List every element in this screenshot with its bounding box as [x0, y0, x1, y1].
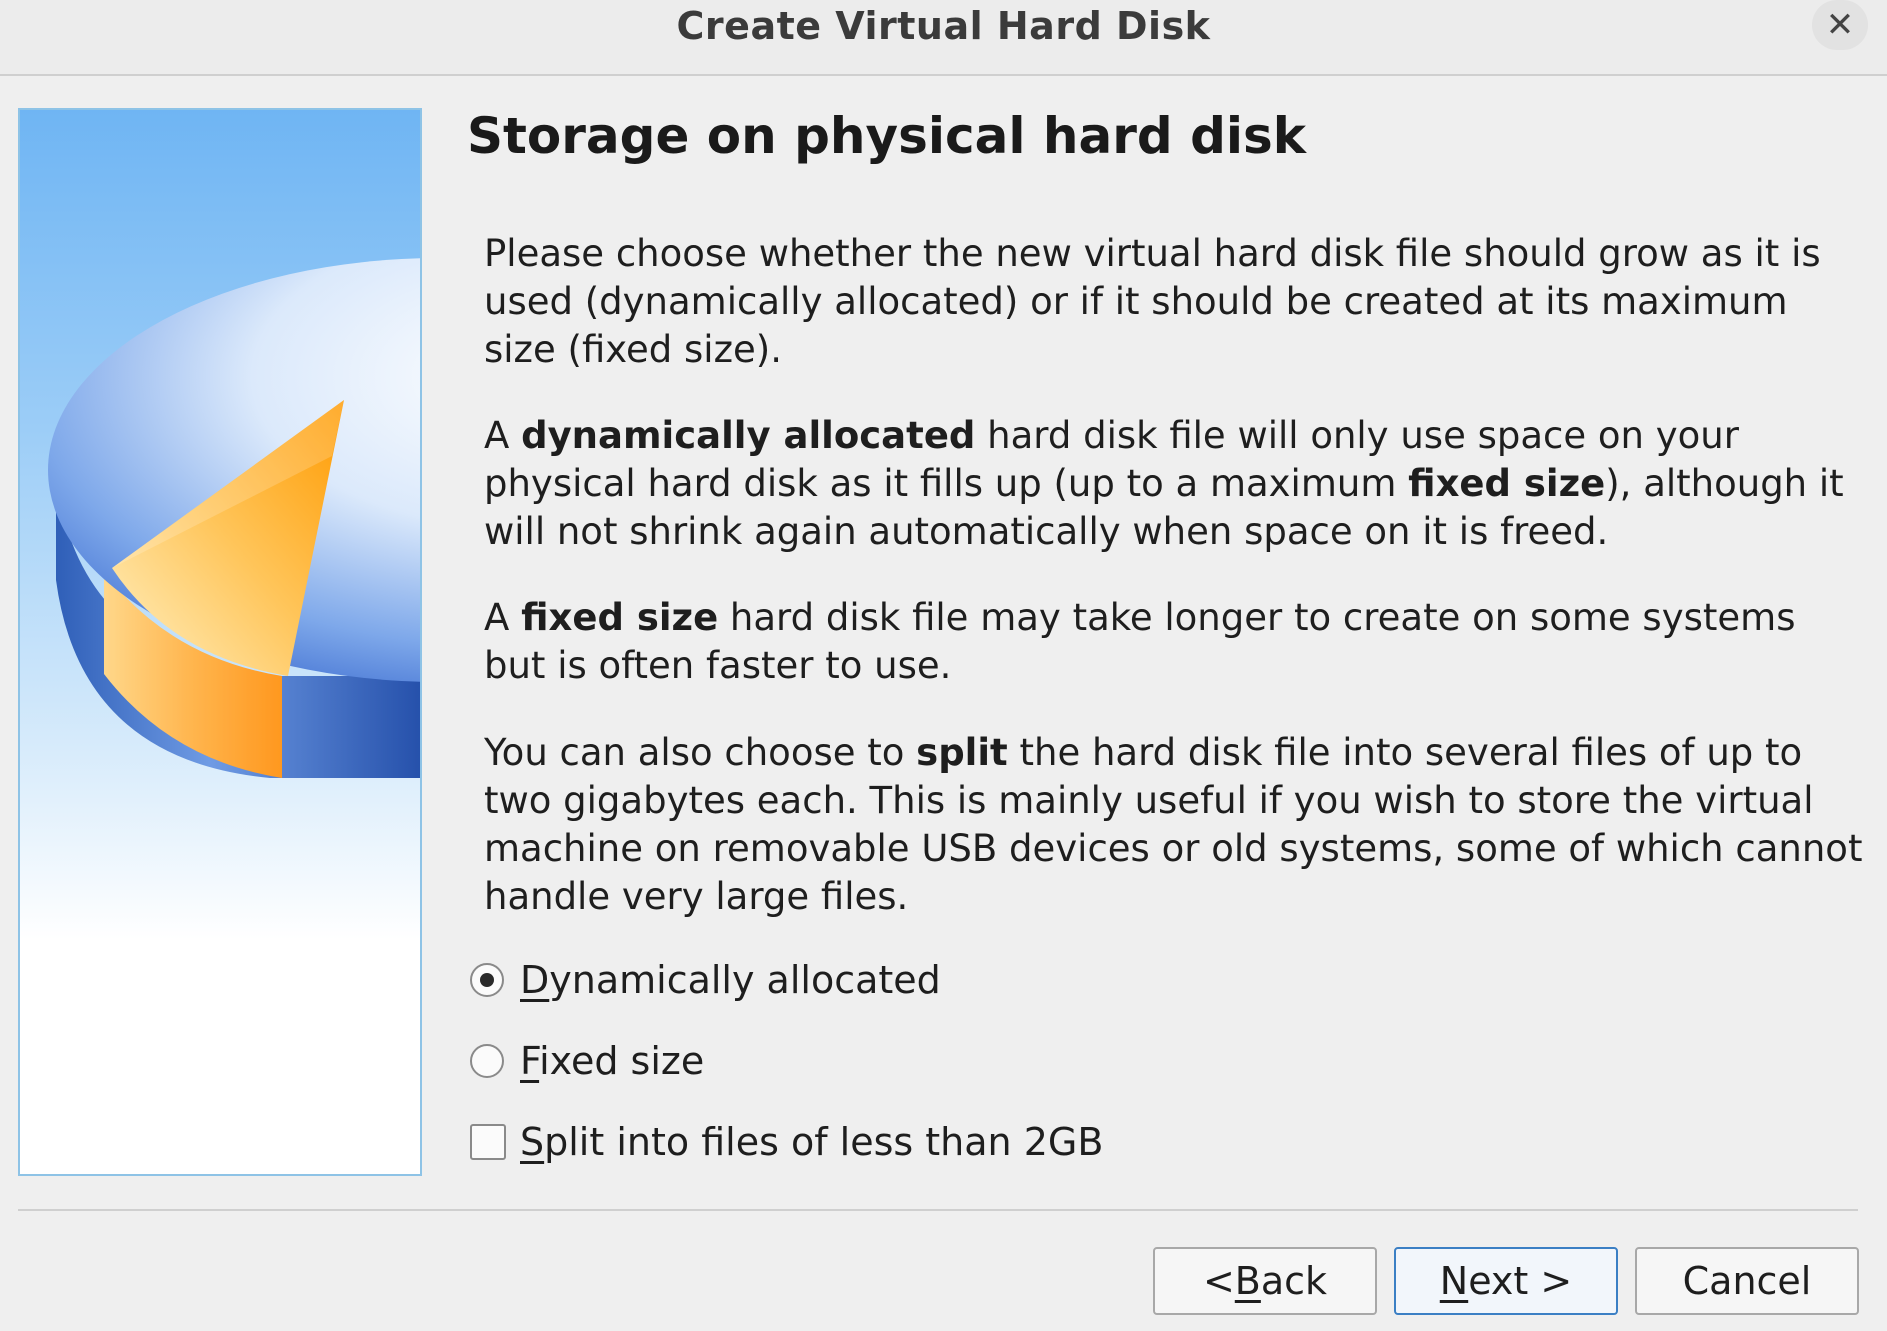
radio-dot: [480, 973, 494, 987]
page-heading: Storage on physical hard disk: [467, 107, 1307, 165]
paragraph-text-run: split: [916, 731, 1008, 774]
description-paragraph-2: A dynamically allocated hard disk file w…: [484, 412, 1864, 556]
dynamically-allocated-radio[interactable]: Dynamically allocated: [470, 955, 941, 1005]
hard-disk-pie-icon: [18, 108, 422, 1176]
paragraph-text-run: fixed size: [521, 596, 719, 639]
back-button[interactable]: < Back: [1153, 1247, 1377, 1315]
paragraph-text-run: fixed size: [1408, 462, 1606, 505]
description-paragraph-3: A fixed size hard disk file may take lon…: [484, 594, 1864, 690]
paragraph-text-run: dynamically allocated: [521, 414, 976, 457]
description-paragraph-1: Please choose whether the new virtual ha…: [484, 230, 1864, 374]
radio-indicator[interactable]: [470, 1044, 504, 1078]
split-files-checkbox[interactable]: Split into files of less than 2GB: [470, 1117, 1103, 1167]
close-icon[interactable]: ✕: [1812, 0, 1868, 50]
paragraph-text-run: You can also choose to: [484, 731, 917, 774]
cancel-button[interactable]: Cancel: [1635, 1247, 1859, 1315]
window-title: Create Virtual Hard Disk: [676, 4, 1211, 48]
radio-indicator[interactable]: [470, 963, 504, 997]
description-paragraph-4: You can also choose to split the hard di…: [484, 729, 1864, 921]
paragraph-text-run: A: [484, 414, 522, 457]
title-bar: Create Virtual Hard Disk ✕: [0, 0, 1887, 76]
dynamically-allocated-label[interactable]: Dynamically allocated: [520, 958, 941, 1002]
checkbox-indicator[interactable]: [470, 1124, 506, 1160]
next-button[interactable]: Next >: [1394, 1247, 1618, 1315]
paragraph-text-run: A: [484, 596, 522, 639]
split-files-label[interactable]: Split into files of less than 2GB: [520, 1120, 1103, 1164]
footer-divider: [18, 1209, 1858, 1211]
fixed-size-label[interactable]: Fixed size: [520, 1039, 704, 1083]
paragraph-text-run: Please choose whether the new virtual ha…: [484, 232, 1821, 371]
fixed-size-radio[interactable]: Fixed size: [470, 1036, 704, 1086]
